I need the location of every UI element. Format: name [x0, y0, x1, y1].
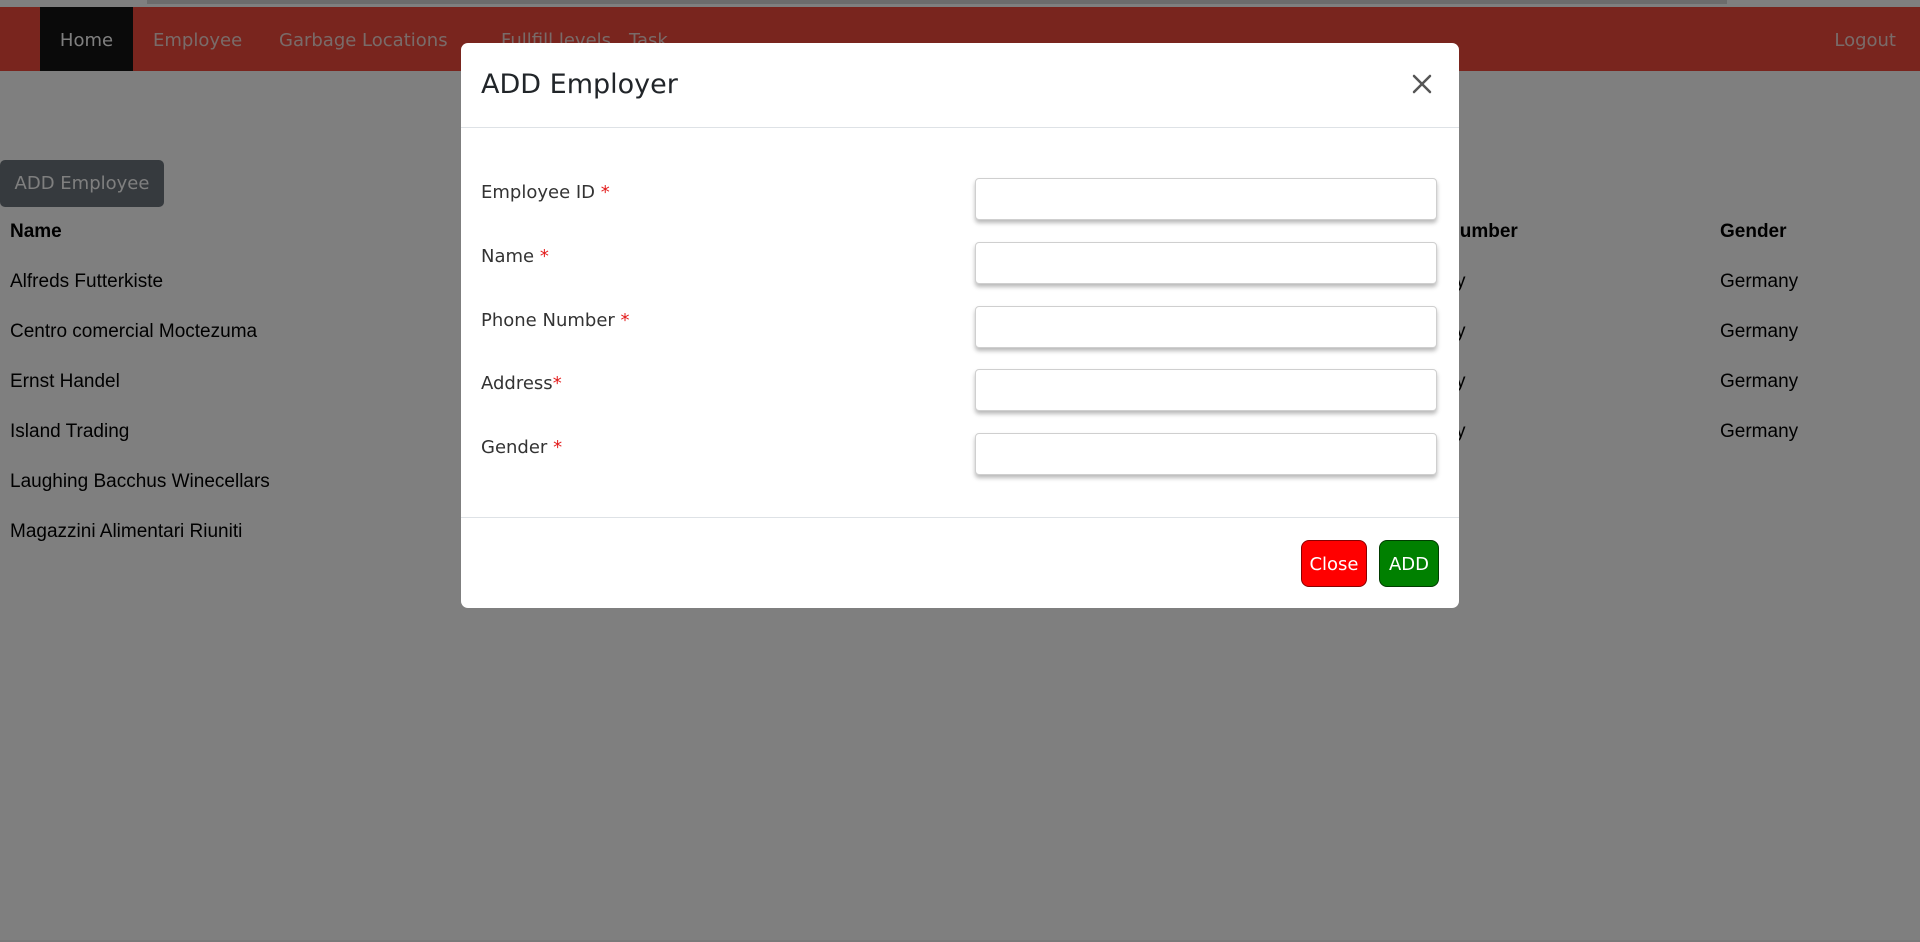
- phone-number-label: Phone Number *: [481, 310, 630, 331]
- name-label: Name *: [481, 246, 549, 267]
- required-marker: *: [600, 182, 610, 203]
- add-button[interactable]: ADD: [1379, 540, 1439, 587]
- modal-title: ADD Employer: [481, 69, 678, 100]
- close-button[interactable]: Close: [1301, 540, 1367, 587]
- required-marker: *: [620, 310, 630, 331]
- address-input[interactable]: [975, 369, 1437, 411]
- modal-header: ADD Employer: [461, 43, 1459, 128]
- gender-label: Gender *: [481, 437, 563, 458]
- name-input[interactable]: [975, 242, 1437, 284]
- page: Home Employee Garbage Locations Fullfill…: [0, 0, 1920, 942]
- phone-number-input[interactable]: [975, 306, 1437, 348]
- modal-footer: Close ADD: [461, 517, 1459, 609]
- required-marker: *: [539, 246, 549, 267]
- close-icon[interactable]: [1405, 67, 1439, 101]
- required-marker: *: [553, 437, 563, 458]
- employee-id-input[interactable]: [975, 178, 1437, 220]
- address-label: Address*: [481, 373, 562, 394]
- gender-input[interactable]: [975, 433, 1437, 475]
- employee-id-label: Employee ID *: [481, 182, 610, 203]
- required-marker: *: [552, 373, 562, 394]
- add-employer-modal: ADD Employer Employee ID * Name * Phone …: [461, 43, 1459, 608]
